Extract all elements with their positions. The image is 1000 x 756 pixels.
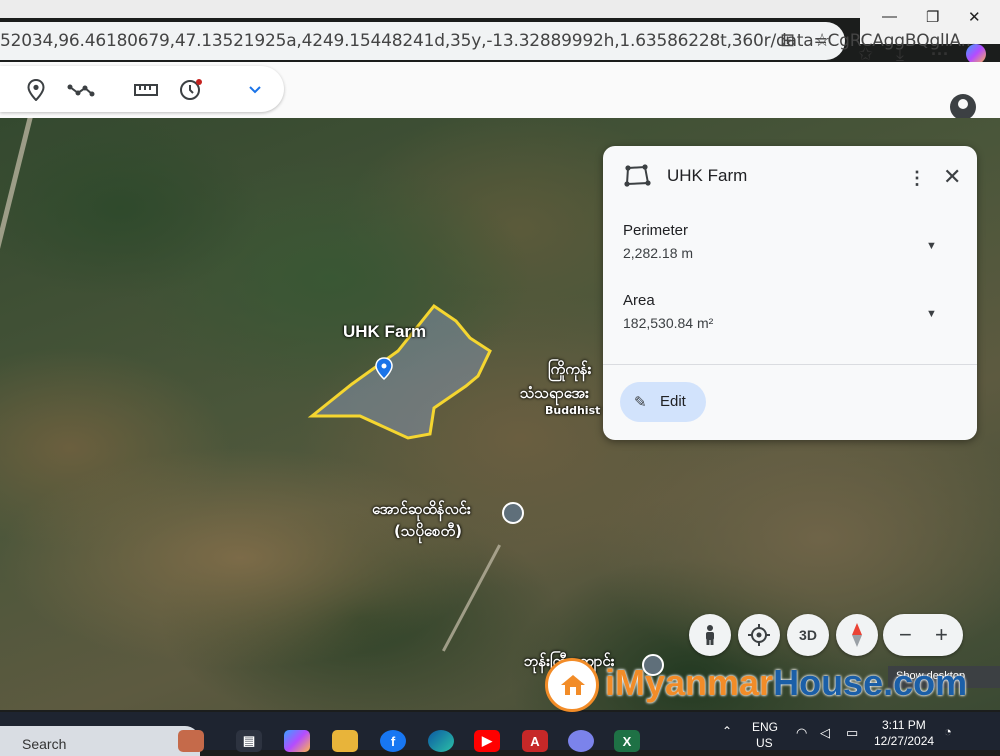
watermark-part1: iMyanmar <box>605 662 774 703</box>
watermark-part2: House.com <box>773 662 968 703</box>
address-bar[interactable]: 52034,96.46180679,47.13521925a,4249.1544… <box>0 22 976 60</box>
favorite-star-icon[interactable]: ☆ <box>814 30 830 51</box>
minimize-icon[interactable]: — <box>882 8 897 25</box>
farm-map-label: UHK Farm <box>343 322 427 341</box>
taskbar: Search ▤ f ▶ A X ⌃ ENG US ◠ ◁ ▭ 3:11 PM … <box>0 712 1000 756</box>
tray-overflow-icon[interactable]: ⌃ <box>722 724 732 738</box>
close-window-icon[interactable]: ✕ <box>968 8 981 26</box>
wifi-icon[interactable]: ◠ <box>796 725 807 741</box>
watermark-circle <box>545 658 599 712</box>
history-icon[interactable] <box>178 78 202 102</box>
volume-icon[interactable]: ◁ <box>820 725 830 741</box>
copilot-taskbar-icon[interactable] <box>284 730 310 752</box>
poi-name[interactable]: အောင်ဆုထိန်လင်း <box>372 500 471 522</box>
acrobat-icon[interactable]: A <box>522 730 548 752</box>
perimeter-value: 2,282.18 m <box>623 245 694 261</box>
clock-date[interactable]: 12/27/2024 <box>874 734 934 748</box>
poi-line2[interactable]: သံသရာအေး <box>520 384 589 406</box>
edge-icon[interactable] <box>428 730 454 752</box>
close-panel-icon[interactable]: ✕ <box>943 164 961 190</box>
area-value: 182,530.84 m² <box>623 315 714 331</box>
my-location-icon[interactable] <box>738 614 780 656</box>
viber-icon[interactable] <box>568 730 594 752</box>
edit-button-label: Edit <box>660 393 686 410</box>
copilot-icon[interactable] <box>966 44 986 64</box>
battery-icon[interactable]: ▭ <box>846 725 858 741</box>
facebook-icon[interactable]: f <box>380 730 406 752</box>
perimeter-label: Perimeter <box>623 222 689 239</box>
compass-icon[interactable] <box>836 614 878 656</box>
language-indicator[interactable]: ENG <box>752 720 778 734</box>
edit-button[interactable]: ✎ Edit <box>620 382 706 422</box>
panel-divider <box>603 364 977 365</box>
placemark-icon[interactable] <box>24 78 48 102</box>
watermark-text: iMyanmarHouse.com <box>605 662 967 704</box>
app-available-icon[interactable]: ⊞ <box>780 30 795 51</box>
polygon-shape-icon <box>624 164 651 187</box>
pencil-icon: ✎ <box>634 394 647 411</box>
path-icon[interactable] <box>66 78 96 102</box>
excel-icon[interactable]: X <box>614 730 640 752</box>
tool-group <box>0 66 284 112</box>
earth-toolbar <box>0 62 1000 122</box>
measurement-panel: UHK Farm ⋮ ✕ Perimeter 2,282.18 m ▼ Area… <box>603 146 977 440</box>
poi-name[interactable]: ကြိုကုန်း <box>548 360 591 382</box>
file-explorer-icon[interactable] <box>332 730 358 752</box>
restore-icon[interactable]: ❐ <box>926 8 939 26</box>
ruler-icon[interactable] <box>132 78 160 102</box>
house-icon <box>561 675 585 695</box>
view-3d-button[interactable]: 3D <box>787 614 829 656</box>
panel-title: UHK Farm <box>667 166 748 185</box>
watermark-logo: iMyanmarHouse.com <box>545 656 995 716</box>
area-unit-dropdown-icon[interactable]: ▼ <box>926 308 937 320</box>
window-title-strip <box>0 0 1000 18</box>
poi-line2[interactable]: (သပိုစေတီ) <box>394 522 462 544</box>
pegman-icon[interactable] <box>689 614 731 656</box>
task-view-icon[interactable]: ▤ <box>236 730 262 752</box>
youtube-icon[interactable]: ▶ <box>474 730 500 752</box>
zoom-control: − + <box>883 614 963 656</box>
perimeter-unit-dropdown-icon[interactable]: ▼ <box>926 240 937 252</box>
zoom-out-icon[interactable]: − <box>899 622 912 648</box>
clock-time[interactable]: 3:11 PM <box>882 718 926 732</box>
widget-icon[interactable] <box>178 730 204 752</box>
chevron-down-icon[interactable] <box>243 78 267 102</box>
region-indicator[interactable]: US <box>756 736 773 750</box>
area-label: Area <box>623 292 655 309</box>
notification-bell-icon[interactable]: ◔ <box>944 724 952 739</box>
temple-poi-icon[interactable] <box>502 502 524 524</box>
zoom-in-icon[interactable]: + <box>935 622 948 648</box>
account-icon[interactable] <box>950 94 976 120</box>
more-options-icon[interactable]: ⋮ <box>908 168 926 189</box>
